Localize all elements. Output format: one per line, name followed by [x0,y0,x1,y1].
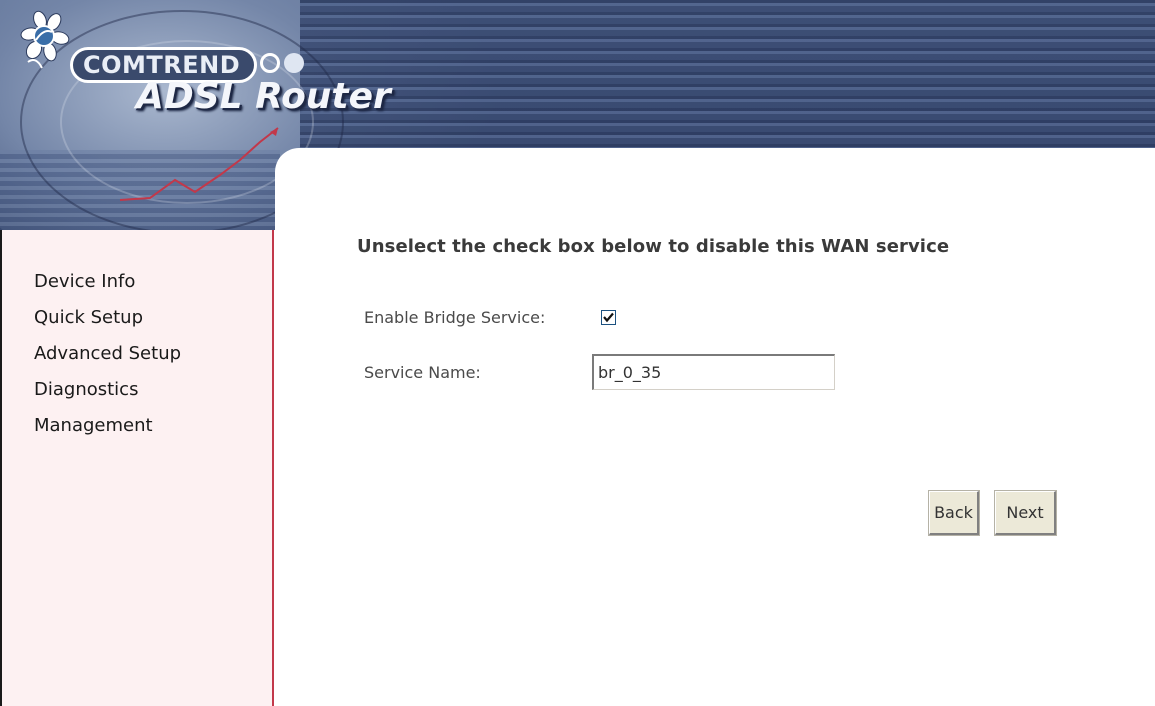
content-panel [275,148,1155,706]
enable-bridge-label: Enable Bridge Service: [364,308,546,327]
page-title: Unselect the check box below to disable … [357,236,950,257]
back-button[interactable]: Back [928,490,980,536]
sidebar-item-advanced-setup[interactable]: Advanced Setup [34,336,181,372]
checkmark-icon [603,312,614,323]
brand-solid-dot [284,53,304,73]
service-name-input[interactable] [592,354,835,390]
sidebar-item-device-info[interactable]: Device Info [34,264,181,300]
product-title: ADSL Router [136,76,391,117]
sidebar-divider [272,230,274,706]
graph-line-decoration [120,127,279,201]
next-button[interactable]: Next [994,490,1057,536]
enable-bridge-checkbox[interactable] [601,310,616,325]
flower-logo-icon [20,10,70,69]
sidebar-item-management[interactable]: Management [34,408,181,444]
sidebar-item-diagnostics[interactable]: Diagnostics [34,372,181,408]
service-name-label: Service Name: [364,363,481,382]
banner-stripes [300,0,1155,150]
sidebar: Device Info Quick Setup Advanced Setup D… [0,230,273,706]
sidebar-item-quick-setup[interactable]: Quick Setup [34,300,181,336]
sidebar-nav: Device Info Quick Setup Advanced Setup D… [34,264,181,444]
brand-ring-dot [260,53,280,73]
